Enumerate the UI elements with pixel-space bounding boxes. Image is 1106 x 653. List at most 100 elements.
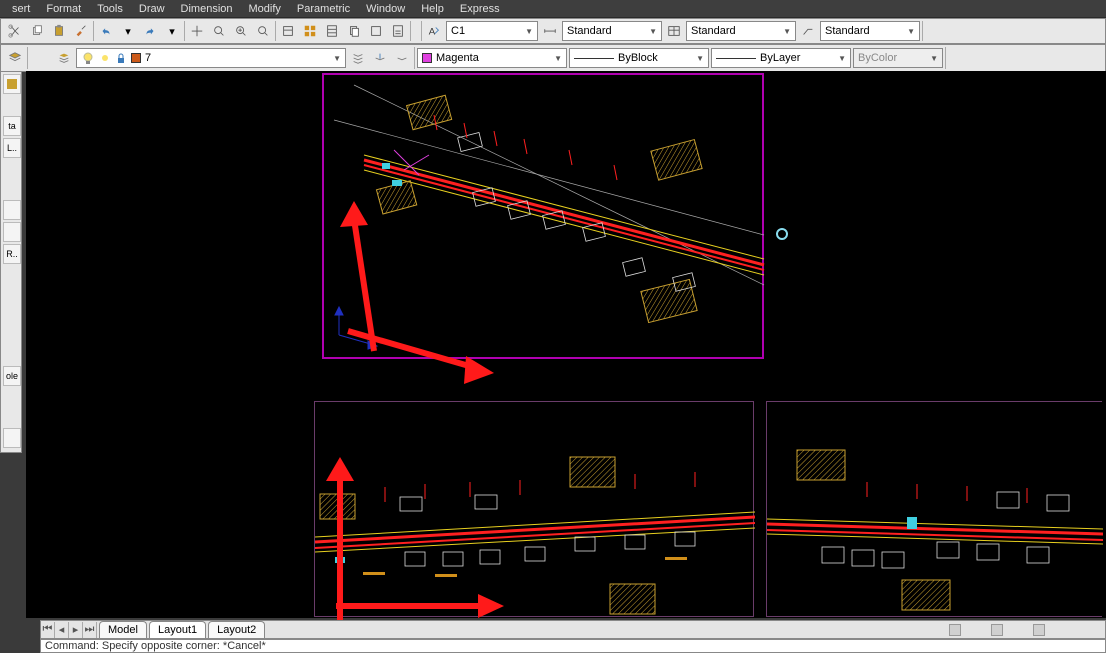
scroll-thumb[interactable]	[991, 624, 1003, 636]
chevron-down-icon: ▼	[838, 54, 846, 63]
menu-tools[interactable]: Tools	[89, 3, 131, 15]
caret-down-icon[interactable]: ▾	[118, 21, 138, 41]
annotation-arrow-right	[326, 306, 526, 396]
color-dropdown[interactable]: Magenta ▼	[417, 48, 567, 68]
pan-icon[interactable]	[187, 21, 207, 41]
chevron-down-icon: ▼	[907, 27, 915, 36]
side-item[interactable]: R..	[3, 244, 21, 264]
tab-nav-first-icon[interactable]: ⏮	[41, 622, 55, 638]
menu-draw[interactable]: Draw	[131, 3, 173, 15]
layer-properties-icon[interactable]	[5, 48, 25, 68]
zoom-previous-icon[interactable]	[253, 21, 273, 41]
scroll-left-icon[interactable]	[949, 624, 961, 636]
layer-dropdown[interactable]: 7 ▼	[76, 48, 346, 68]
caret-down-icon[interactable]: ▾	[162, 21, 182, 41]
match-properties-icon[interactable]	[71, 21, 91, 41]
layer-match-icon[interactable]	[392, 48, 412, 68]
text-style-value: C1	[451, 25, 465, 37]
hscroll[interactable]	[949, 624, 1105, 636]
chevron-down-icon: ▼	[649, 27, 657, 36]
chevron-down-icon: ▼	[930, 54, 938, 63]
tab-model[interactable]: Model	[99, 621, 147, 638]
mlead-style-dropdown[interactable]: Standard ▼	[820, 21, 920, 41]
layer-state-icon[interactable]	[348, 48, 368, 68]
tab-layout1[interactable]: Layout1	[149, 621, 206, 638]
properties-toolbar: 7 ▼ Magenta ▼ ByBlock ▼ ByLayer ▼ ByColo…	[0, 44, 1106, 72]
plotstyle-name: ByColor	[858, 52, 897, 64]
side-item[interactable]	[3, 222, 21, 242]
scroll-right-icon[interactable]	[1033, 624, 1045, 636]
layout-tab-bar: ⏮ ◂ ▸ ⏭ Model Layout1 Layout2	[40, 620, 1106, 639]
tab-nav-next-icon[interactable]: ▸	[69, 622, 83, 638]
chevron-down-icon: ▼	[333, 54, 341, 63]
menu-express[interactable]: Express	[452, 3, 508, 15]
layer-previous-icon[interactable]	[370, 48, 390, 68]
command-text: Command: Specify opposite corner: *Cance…	[45, 640, 266, 652]
chevron-down-icon: ▼	[696, 54, 704, 63]
standard-toolbar: ▾ ▾ A C1 ▼ Standard ▼ Standard ▼	[0, 18, 1106, 44]
color-name: Magenta	[436, 52, 479, 64]
design-center-icon[interactable]	[300, 21, 320, 41]
cut-icon[interactable]	[5, 21, 25, 41]
sun-icon	[99, 52, 111, 64]
zoom-realtime-icon[interactable]	[209, 21, 229, 41]
chevron-down-icon: ▼	[783, 27, 791, 36]
sheet-set-icon[interactable]	[344, 21, 364, 41]
side-item[interactable]	[3, 200, 21, 220]
tab-layout2[interactable]: Layout2	[208, 621, 265, 638]
viewport-bottom-right[interactable]	[766, 401, 1102, 617]
svg-text:A: A	[429, 27, 436, 38]
lightbulb-icon	[81, 51, 95, 65]
quickcalc-icon[interactable]	[388, 21, 408, 41]
command-line[interactable]: Command: Specify opposite corner: *Cance…	[40, 639, 1106, 653]
tab-nav-last-icon[interactable]: ⏭	[83, 622, 97, 638]
redo-icon[interactable]	[140, 21, 160, 41]
dim-style-dropdown[interactable]: Standard ▼	[562, 21, 662, 41]
paste-icon[interactable]	[49, 21, 69, 41]
side-item[interactable]: L..	[3, 138, 21, 158]
text-style-dropdown[interactable]: C1 ▼	[446, 21, 538, 41]
undo-icon[interactable]	[96, 21, 116, 41]
linetype-dropdown[interactable]: ByBlock ▼	[569, 48, 709, 68]
menu-bar: sert Format Tools Draw Dimension Modify …	[0, 0, 1106, 18]
layer-color-swatch	[131, 53, 141, 63]
table-style-value: Standard	[691, 25, 736, 37]
dim-style-value: Standard	[567, 25, 612, 37]
dim-style-icon[interactable]	[540, 21, 560, 41]
copy-icon[interactable]	[27, 21, 47, 41]
text-style-icon[interactable]: A	[424, 21, 444, 41]
properties-icon[interactable]	[278, 21, 298, 41]
lineweight-preview	[716, 58, 756, 59]
markup-icon[interactable]	[366, 21, 386, 41]
layer-name: 7	[145, 52, 151, 64]
palette-icon[interactable]	[3, 74, 21, 94]
lineweight-name: ByLayer	[760, 52, 800, 64]
linetype-preview	[574, 58, 614, 59]
zoom-window-icon[interactable]	[231, 21, 251, 41]
mlead-style-icon[interactable]	[798, 21, 818, 41]
side-item[interactable]	[3, 428, 21, 448]
menu-window[interactable]: Window	[358, 3, 413, 15]
linetype-name: ByBlock	[618, 52, 658, 64]
side-item[interactable]: ole	[3, 366, 21, 386]
menu-modify[interactable]: Modify	[241, 3, 289, 15]
menu-format[interactable]: Format	[38, 3, 89, 15]
layer-list-icon[interactable]	[54, 48, 74, 68]
lock-icon	[115, 52, 127, 64]
side-item[interactable]: ta	[3, 116, 21, 136]
menu-help[interactable]: Help	[413, 3, 452, 15]
table-style-dropdown[interactable]: Standard ▼	[686, 21, 796, 41]
menu-parametric[interactable]: Parametric	[289, 3, 358, 15]
menu-dimension[interactable]: Dimension	[173, 3, 241, 15]
plotstyle-dropdown[interactable]: ByColor ▼	[853, 48, 943, 68]
mlead-style-value: Standard	[825, 25, 870, 37]
cursor-icon	[776, 228, 788, 240]
tool-palettes-icon[interactable]	[322, 21, 342, 41]
lineweight-dropdown[interactable]: ByLayer ▼	[711, 48, 851, 68]
menu-insert[interactable]: sert	[4, 3, 38, 15]
table-style-icon[interactable]	[664, 21, 684, 41]
tab-nav-prev-icon[interactable]: ◂	[55, 622, 69, 638]
tool-palette: ta L.. R.. ole	[0, 71, 22, 453]
drawing-canvas[interactable]	[26, 71, 1106, 618]
chevron-down-icon: ▼	[554, 54, 562, 63]
